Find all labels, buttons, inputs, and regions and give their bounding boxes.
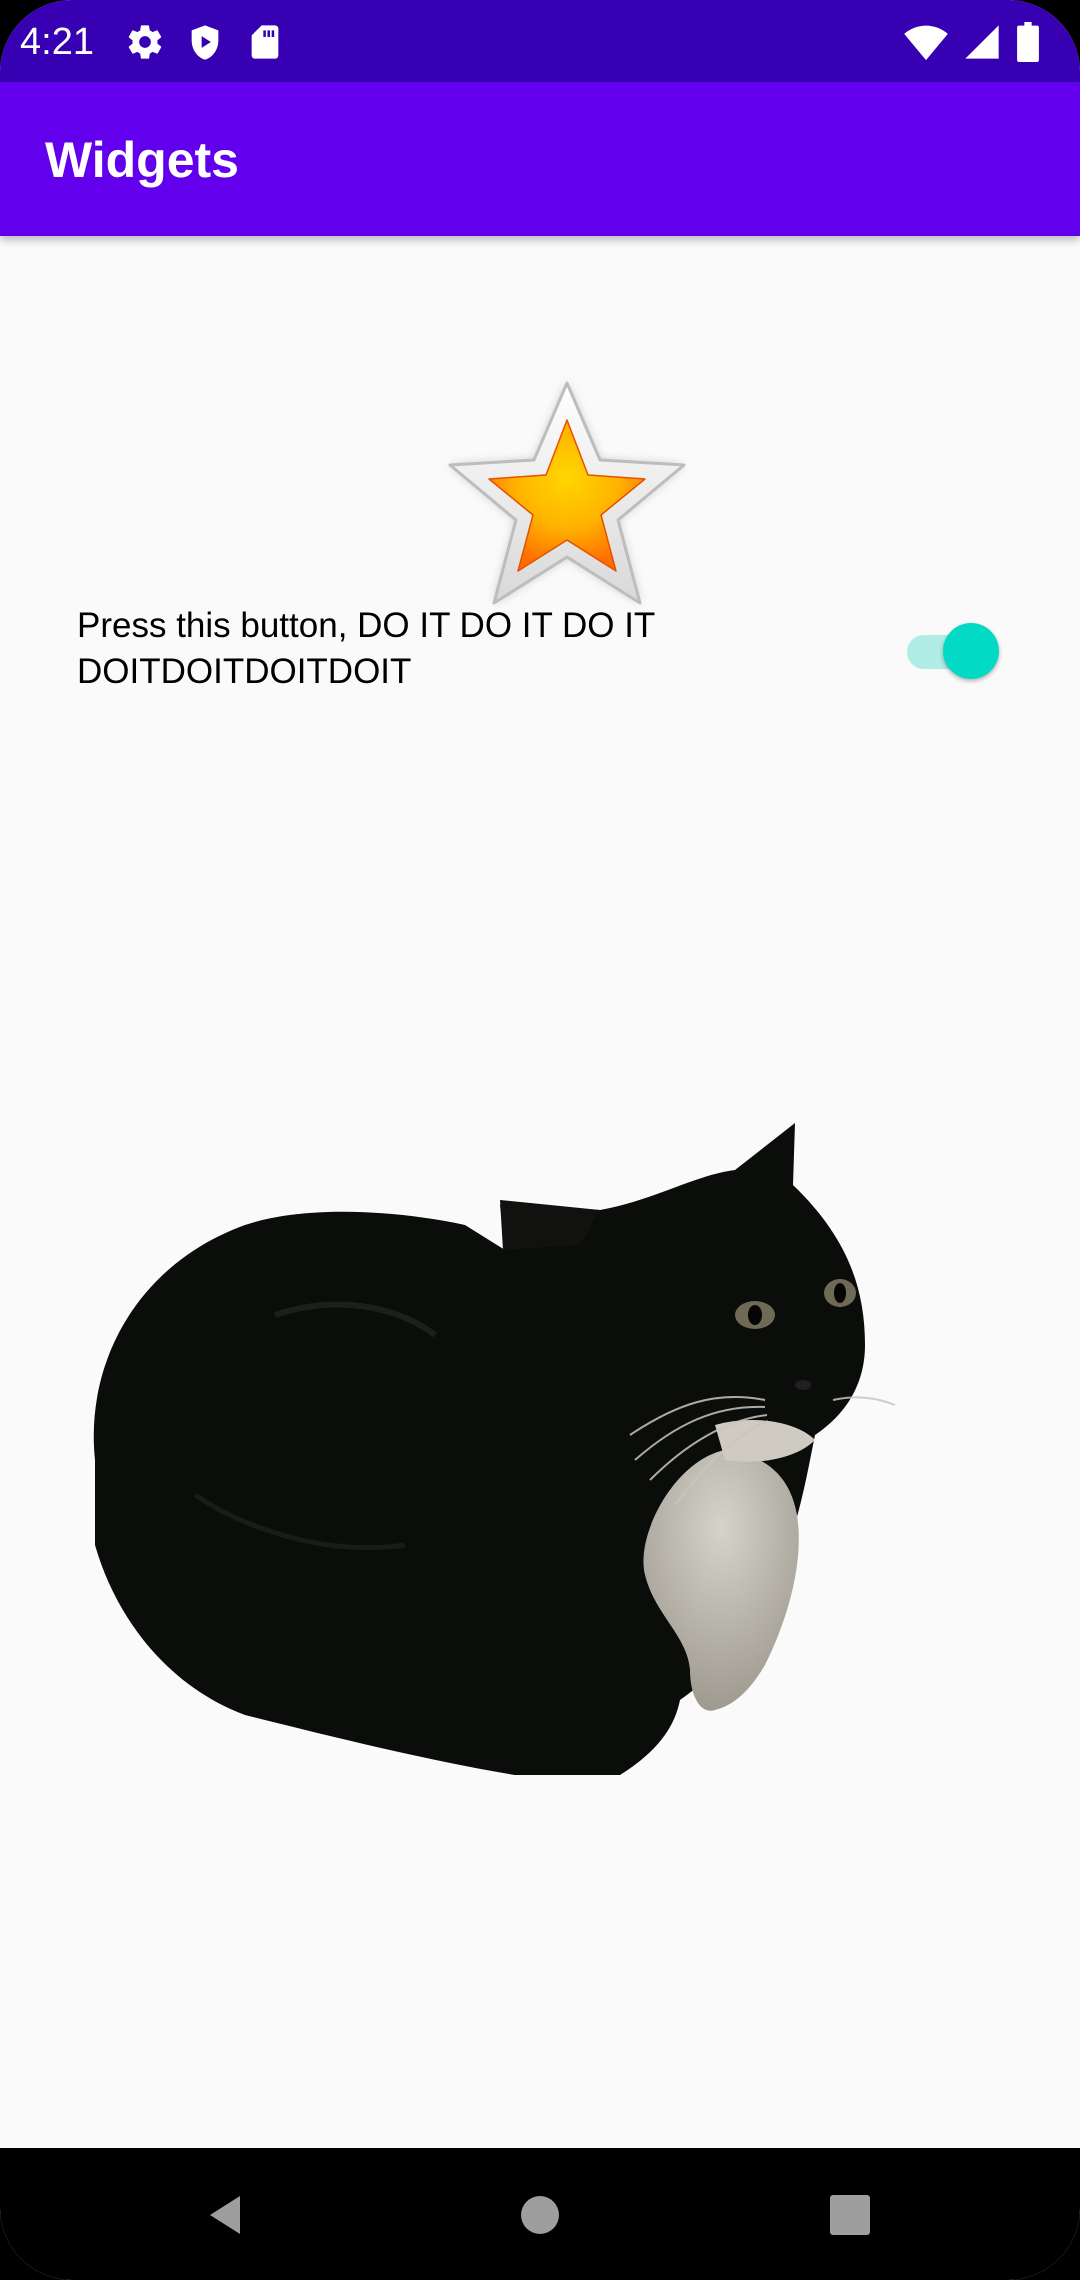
play-protect-icon xyxy=(185,22,225,62)
sd-card-icon xyxy=(245,22,285,62)
phone-screen: 4:21 Widgets Press this button, DO IT DO… xyxy=(0,0,1080,2280)
battery-icon xyxy=(1016,22,1040,62)
back-icon[interactable] xyxy=(190,2180,260,2250)
switch-label: Press this button, DO IT DO IT DO IT DOI… xyxy=(77,606,656,691)
nav-bar xyxy=(0,2148,1080,2280)
star-button[interactable] xyxy=(440,375,695,620)
switch-thumb xyxy=(943,623,999,679)
home-icon[interactable] xyxy=(505,2180,575,2250)
wifi-icon xyxy=(904,22,948,62)
switch-row[interactable]: Press this button, DO IT DO IT DO IT DOI… xyxy=(77,603,1007,698)
recents-icon[interactable] xyxy=(815,2180,885,2250)
settings-icon xyxy=(125,22,165,62)
toggle-switch[interactable] xyxy=(907,623,999,679)
status-icons-left xyxy=(125,22,285,62)
signal-icon xyxy=(962,22,1002,62)
status-bar: 4:21 xyxy=(0,0,1080,82)
status-icons-right xyxy=(904,22,1040,62)
app-title: Widgets xyxy=(45,132,239,188)
app-bar: Widgets xyxy=(0,82,1080,236)
cat-image xyxy=(75,1115,945,1775)
status-time: 4:21 xyxy=(20,21,94,63)
star-icon xyxy=(448,381,686,605)
